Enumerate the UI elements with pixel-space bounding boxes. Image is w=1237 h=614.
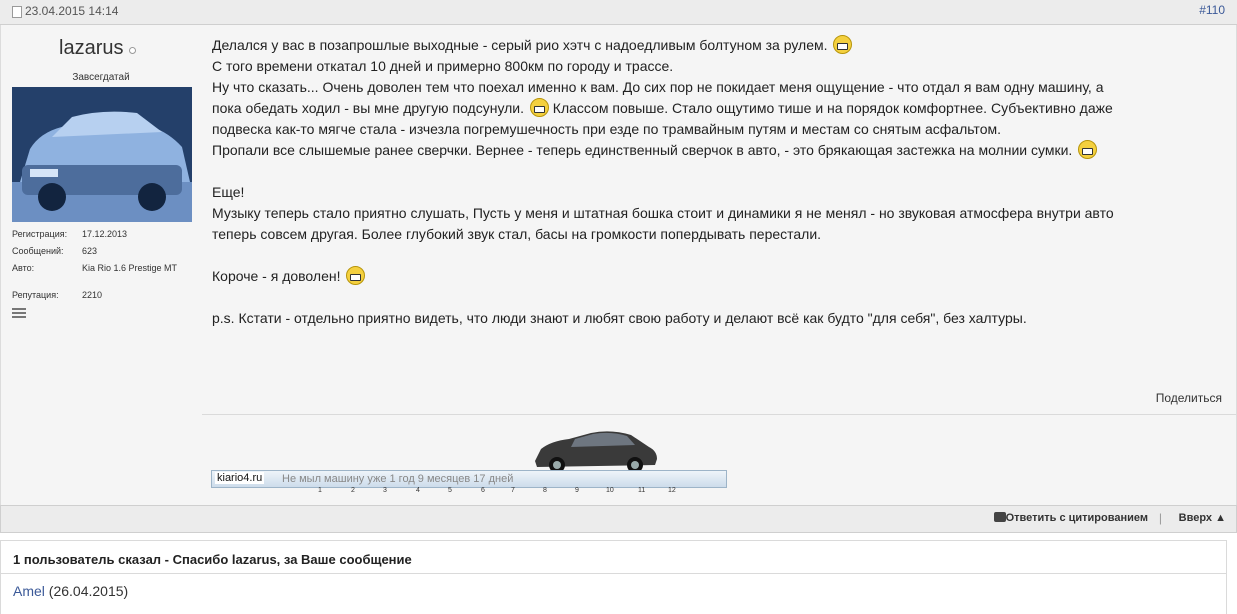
reply-with-quote-button[interactable]: Ответить с цитированием — [1006, 512, 1148, 524]
user-info-panel: lazarus Завсегдатай Регистрация: 17.12.20… — [1, 25, 201, 505]
message-line: подвеска как-то мягче стала - изчезла по… — [212, 121, 1001, 137]
post-message: Делался у вас в позапрошлые выходные - с… — [212, 35, 1222, 329]
smile-icon — [529, 98, 549, 117]
scroll-up-button[interactable]: Вверх ▲ — [1179, 512, 1226, 524]
post-header: 23.04.2015 14:14 #110 — [0, 0, 1237, 25]
username-link[interactable]: lazarus — [59, 37, 123, 60]
signature-text: Не мыл машину уже 1 год 9 месяцев 17 дне… — [282, 473, 514, 485]
smile-icon — [346, 266, 366, 285]
message-line: теперь совсем другая. Более глубокий зву… — [212, 226, 822, 242]
message-line: С того времени откатал 10 дней и примерн… — [212, 58, 674, 74]
smile-icon — [1078, 140, 1098, 159]
avatar[interactable] — [12, 87, 192, 222]
thanks-user-link[interactable]: Amel — [13, 583, 45, 599]
message-line: пока обедать ходил - вы мне другую подсу… — [212, 98, 1113, 117]
message-line: Пропали все слышемые ранее сверчки. Верн… — [212, 140, 1222, 161]
post-footer: Ответить с цитированием | Вверх ▲ — [0, 505, 1237, 533]
post-body: lazarus Завсегдатай Регистрация: 17.12.20… — [0, 25, 1237, 505]
message-line: p.s. Кстати - отдельно приятно видеть, ч… — [212, 310, 1027, 326]
user-info-posts: Сообщений: 623 — [12, 246, 98, 256]
thanks-box: 1 пользователь сказал - Спасибо lazarus,… — [0, 540, 1227, 614]
signature-site: kiario4.ru — [215, 472, 265, 484]
signature-strip: kiario4.ru Не мыл машину уже 1 год 9 мес… — [211, 470, 727, 488]
message-line: Еще! — [212, 184, 245, 200]
thanks-header: 1 пользователь сказал - Спасибо lazarus,… — [13, 552, 412, 567]
thanks-date: (26.04.2015) — [48, 583, 129, 599]
signature-banner[interactable]: kiario4.ru Не мыл машину уже 1 год 9 мес… — [211, 425, 727, 500]
message-line: Музыку теперь стало приятно слушать, Пус… — [212, 205, 1114, 221]
online-status-icon — [129, 47, 136, 54]
separator: | — [1158, 511, 1162, 525]
user-info-car: Авто: Kia Rio 1.6 Prestige MT — [12, 263, 178, 273]
document-icon — [12, 6, 22, 18]
user-info-reputation: Репутация: 2210 — [12, 290, 103, 300]
share-link[interactable]: Поделиться — [1156, 391, 1222, 405]
post-date: 23.04.2015 14:14 — [25, 4, 119, 18]
thanks-row: Amel (26.04.2015) — [13, 583, 128, 599]
post-number-link[interactable]: #110 — [1199, 3, 1225, 17]
avatar-car-image — [12, 87, 192, 222]
signature-scale: 1 2 3 4 5 6 7 8 9 10 11 12 — [318, 487, 676, 494]
message-line: Ну что сказать... Очень доволен тем что … — [212, 79, 1104, 95]
car-image — [535, 431, 657, 473]
menu-icon[interactable] — [12, 308, 26, 320]
smile-icon — [833, 35, 853, 54]
divider — [1, 573, 1226, 574]
user-info-registration: Регистрация: 17.12.2013 — [12, 229, 128, 239]
message-line: Короче - я доволен! — [212, 266, 1222, 287]
divider — [202, 414, 1236, 415]
message-line: Делался у вас в позапрошлые выходные - с… — [212, 35, 1222, 56]
user-title: Завсегдатай — [72, 72, 130, 83]
quote-icon[interactable] — [994, 512, 1006, 522]
